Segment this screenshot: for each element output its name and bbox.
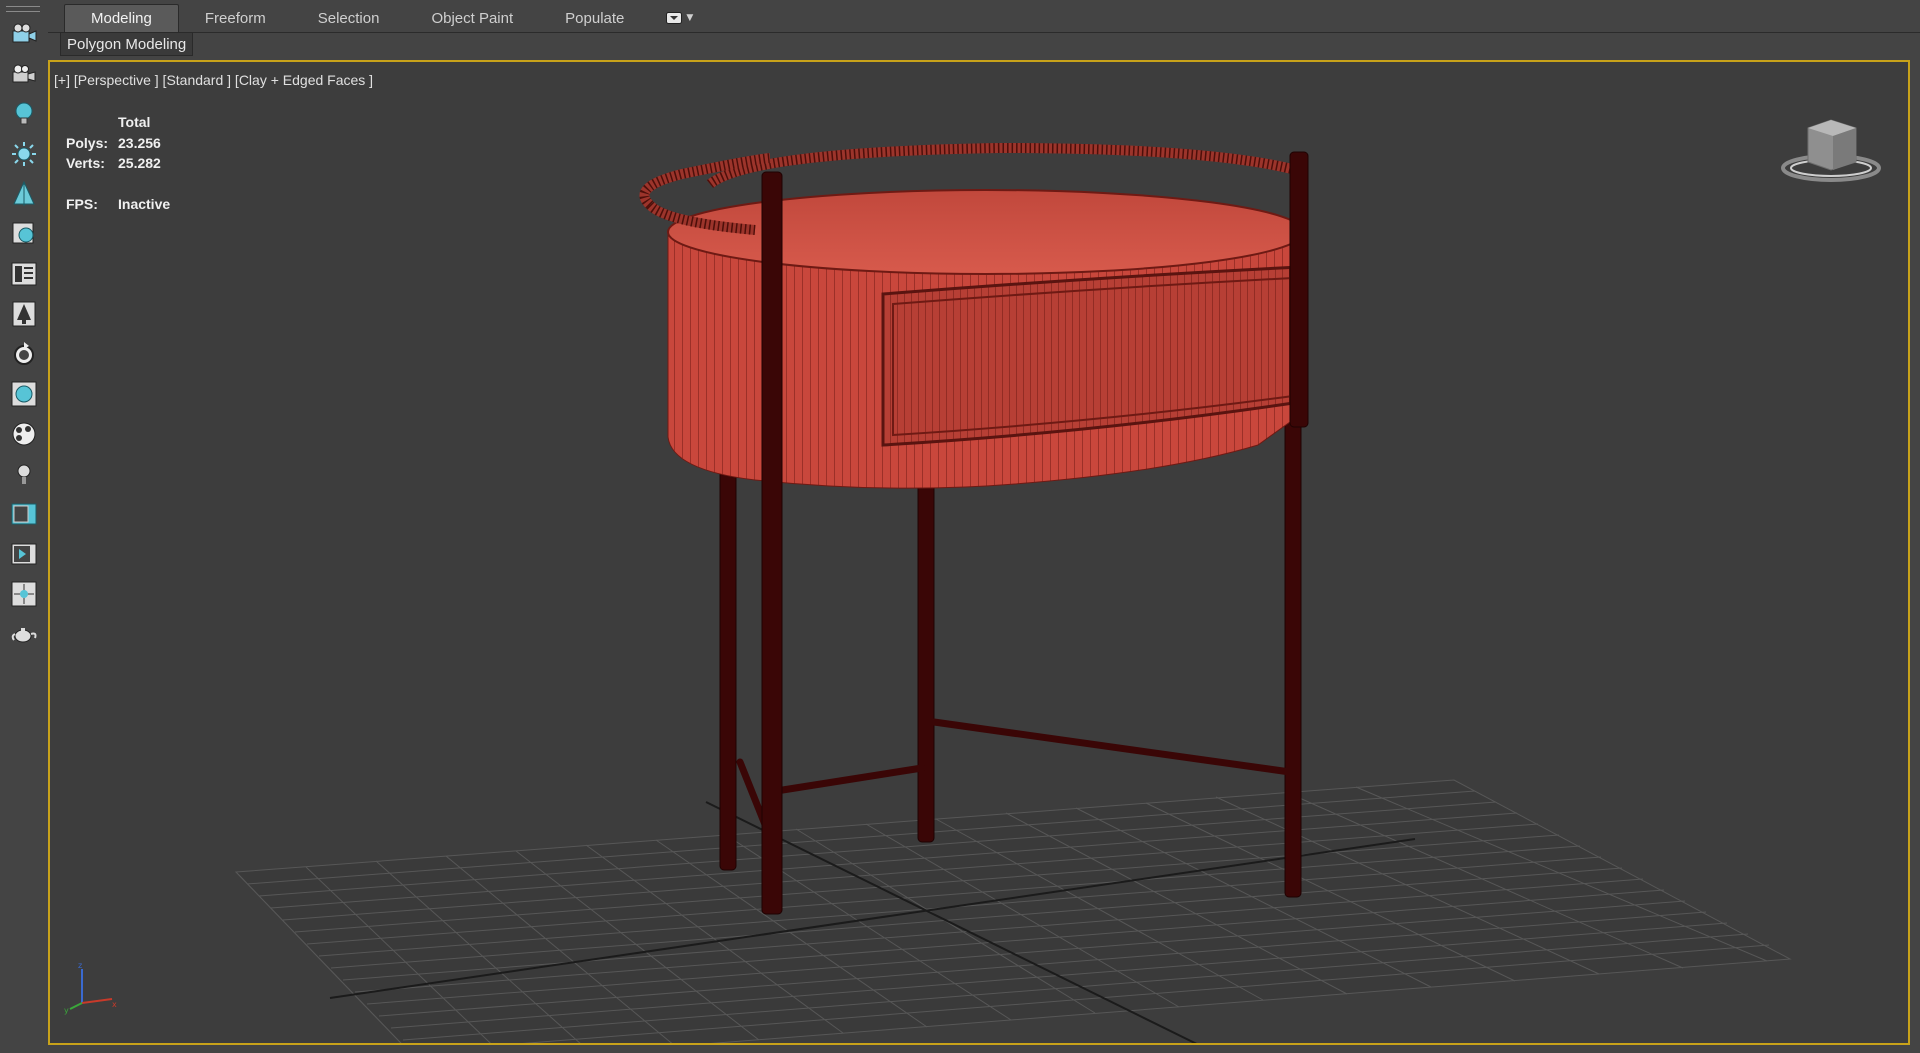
toolbar-grip[interactable] [6, 6, 40, 12]
ribbon-options-icon [666, 9, 683, 28]
chevron-down-icon: ▼ [686, 13, 694, 23]
svg-text:y: y [64, 1006, 69, 1015]
camera-icon[interactable] [8, 18, 40, 50]
bottom-edge [0, 1045, 1920, 1053]
viewport-label[interactable]: [+] [Perspective ] [Standard ] [Clay + E… [54, 72, 373, 88]
command-toolbar [0, 0, 49, 1053]
verts-label: Verts: [66, 155, 105, 171]
light-bulb-icon[interactable] [8, 98, 40, 130]
object-tool-icon[interactable] [8, 218, 40, 250]
tab-object-paint[interactable]: Object Paint [405, 4, 539, 32]
teapot-icon[interactable] [8, 618, 40, 650]
material-icon[interactable] [8, 378, 40, 410]
right-edge [1910, 60, 1920, 1045]
tab-selection[interactable]: Selection [292, 4, 406, 32]
render-camera-icon[interactable] [8, 58, 40, 90]
perspective-viewport[interactable]: [+] [Perspective ] [Standard ] [Clay + E… [48, 60, 1910, 1045]
tab-modeling[interactable]: Modeling [64, 4, 179, 32]
text-panel-icon[interactable] [8, 258, 40, 290]
scene-render[interactable] [50, 62, 1908, 1043]
stats-header: Total [118, 114, 151, 130]
svg-text:x: x [112, 1000, 117, 1009]
ribbon: Modeling Freeform Selection Object Paint… [48, 0, 1920, 60]
tab-freeform[interactable]: Freeform [179, 4, 292, 32]
viewport-layout-icon[interactable] [8, 498, 40, 530]
axis-tripod-icon: z x y [64, 961, 117, 1015]
viewcube-icon[interactable] [1776, 110, 1886, 190]
ribbon-options-button[interactable]: ▼ [650, 4, 709, 32]
tree-brush-icon[interactable] [8, 298, 40, 330]
sun-icon[interactable] [8, 138, 40, 170]
svg-text:z: z [78, 961, 82, 970]
fps-value: Inactive [118, 196, 171, 212]
grid-snap-icon[interactable] [8, 578, 40, 610]
small-light-icon[interactable] [8, 458, 40, 490]
cycle-icon[interactable] [8, 338, 40, 370]
tab-populate[interactable]: Populate [539, 4, 650, 32]
paint-palette-icon[interactable] [8, 418, 40, 450]
verts-value: 25.282 [118, 155, 161, 171]
polygon-modeling-panel[interactable]: Polygon Modeling [60, 32, 194, 56]
fps-label: FPS: [66, 196, 98, 212]
polys-label: Polys: [66, 134, 109, 151]
ribbon-tab-bar: Modeling Freeform Selection Object Paint… [48, 4, 1920, 33]
tree-icon[interactable] [8, 178, 40, 210]
grid-floor [234, 779, 1792, 1043]
stats-overlay: Total Polys: 23.256 Verts: 25.282 FPS: Inac… [66, 112, 170, 215]
top-rail [706, 142, 1298, 189]
polys-value: 23.256 [118, 134, 161, 151]
render-frame-icon[interactable] [8, 538, 40, 570]
